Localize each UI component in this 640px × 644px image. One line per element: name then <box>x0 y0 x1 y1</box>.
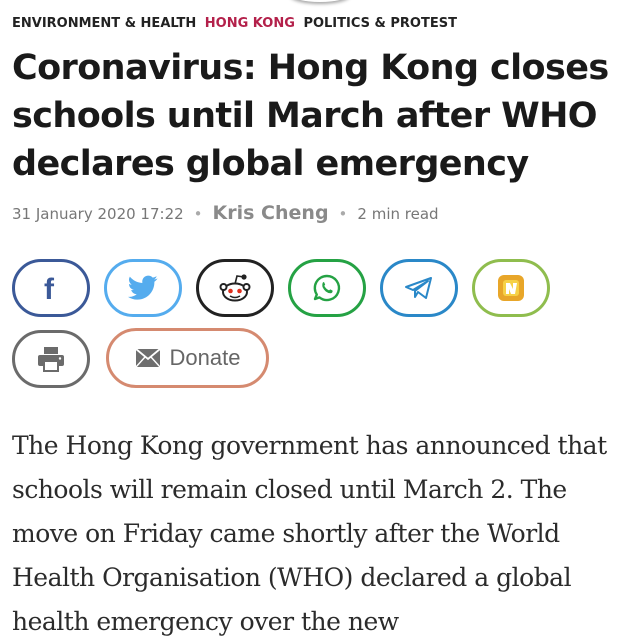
read-time: 2 min read <box>357 205 439 223</box>
donate-label: Donate <box>169 345 241 370</box>
print-icon <box>38 347 64 372</box>
author-link[interactable]: Kris Cheng <box>213 202 329 224</box>
newsblur-icon <box>498 275 524 301</box>
envelope-icon <box>134 348 161 368</box>
share-twitter-button[interactable] <box>104 259 182 317</box>
article-body: The Hong Kong government has announced t… <box>12 431 607 636</box>
donate-button[interactable]: Donate <box>106 328 269 388</box>
pull-indicator <box>290 0 350 2</box>
twitter-icon <box>128 275 158 300</box>
article-headline: Coronavirus: Hong Kong closes schools un… <box>12 48 609 184</box>
meta-separator: • <box>338 205 348 223</box>
telegram-icon <box>405 277 432 299</box>
category-politics-protest[interactable]: POLITICS & PROTEST <box>303 16 457 31</box>
print-button[interactable] <box>12 330 90 388</box>
svg-text:f: f <box>44 273 55 303</box>
share-whatsapp-button[interactable] <box>288 259 366 317</box>
category-environment-health[interactable]: ENVIRONMENT & HEALTH <box>12 16 196 31</box>
whatsapp-icon <box>313 274 341 302</box>
category-hong-kong[interactable]: HONG KONG <box>205 16 295 31</box>
publish-date: 31 January 2020 17:22 <box>12 205 184 223</box>
share-facebook-button[interactable]: f <box>12 259 90 317</box>
article-meta: 31 January 2020 17:22 • Kris Cheng • 2 m… <box>12 202 439 224</box>
facebook-icon: f <box>44 273 55 303</box>
share-reddit-button[interactable] <box>196 259 274 317</box>
reddit-icon <box>219 274 251 302</box>
meta-separator: • <box>193 205 203 223</box>
share-newsblur-button[interactable] <box>472 259 550 317</box>
share-telegram-button[interactable] <box>380 259 458 317</box>
category-breadcrumb: ENVIRONMENT & HEALTH HONG KONG POLITICS … <box>12 16 461 31</box>
